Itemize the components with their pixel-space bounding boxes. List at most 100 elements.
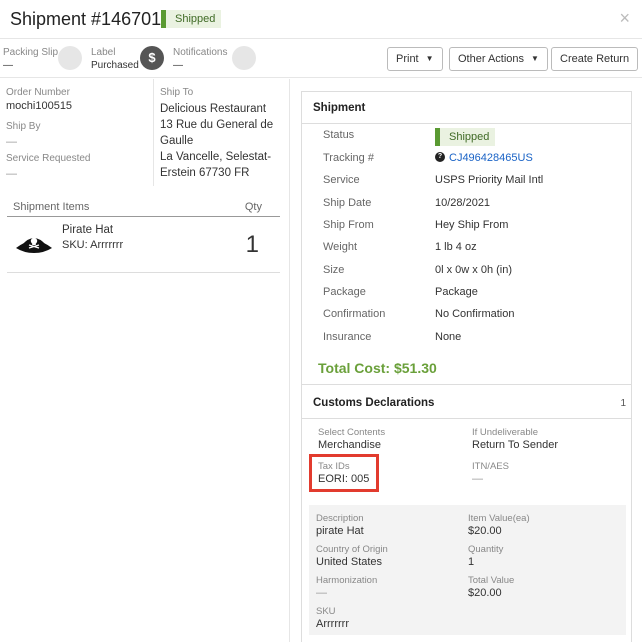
ship-from-value: Hey Ship From [435,219,509,231]
confirmation-label: Confirmation [323,308,386,320]
service-requested-label: Service Requested [6,153,91,164]
itn-aes-value: — [472,473,483,485]
ship-to-label: Ship To [160,87,194,98]
print-button-label: Print [396,53,419,65]
description-label: Description [316,513,364,524]
address-line: Delicious Restaurant [160,103,267,115]
if-undeliverable-label: If Undeliverable [472,427,539,438]
service-requested-value: — [6,168,17,180]
close-icon[interactable]: × [619,8,630,29]
order-number-value[interactable]: mochi100515 [6,99,72,113]
country-of-origin-label: Country of Origin [316,544,388,555]
weight-label: Weight [323,241,358,253]
size-value: 0l x 0w x 0h (in) [435,264,513,276]
customs-header[interactable]: Customs Declarations 1 [302,385,631,419]
other-actions-button[interactable]: Other Actions ▼ [449,47,548,71]
harmonization-label: Harmonization [316,575,378,586]
select-contents-label: Select Contents [318,427,386,438]
item-sku: SKU: Arrrrrrr [62,239,124,251]
qty-header-label: Qty [244,201,262,213]
label-label: Label [91,47,116,58]
package-label: Package [323,286,366,298]
order-number-label: Order Number [6,87,70,98]
other-actions-label: Other Actions [458,53,525,65]
quantity-label: Quantity [468,544,504,555]
create-return-button[interactable]: Create Return [551,47,639,71]
select-contents-value: Merchandise [318,439,381,451]
address-line: Gaulle [160,135,194,147]
sku-value: Arrrrrrr [316,618,349,630]
order-details-panel: Order Number mochi100515 Ship By — Servi… [0,79,290,642]
address-line: La Vancelle, Selestat- [160,151,272,163]
chevron-down-icon: ▼ [425,54,434,63]
packing-slip-icon[interactable] [58,46,82,70]
customs-count: 1 [620,398,626,409]
ship-date-value: 10/28/2021 [435,197,491,209]
total-value-label: Total Value [468,575,515,586]
ship-by-value: — [6,136,17,148]
harmonization-value: — [316,587,327,599]
ship-by: Ship By — [6,121,40,148]
notifications: Notifications — [173,47,227,72]
country-of-origin-value: United States [316,556,383,568]
item-qty: 1 [245,231,259,258]
label-value: Purchased [91,60,139,71]
page-title: Shipment #1467012 [10,9,172,29]
help-icon[interactable]: ? [435,152,445,162]
ship-by-label: Ship By [6,121,41,132]
insurance-value: None [435,331,462,343]
ship-to-address[interactable]: Delicious Restaurant 13 Rue du General d… [160,101,273,181]
confirmation-value: No Confirmation [435,308,515,320]
status-label: Status [323,129,355,141]
customs-declarations-panel: Customs Declarations 1 Select Contents M… [301,385,632,642]
total-cost: Total Cost: $51.30 [318,360,437,376]
shipment-panel-title: Shipment [313,102,366,114]
total-value-value: $20.00 [468,587,502,599]
notifications-value: — [173,60,183,71]
toolbar: Packing Slip — Label Purchased $ Notific… [0,38,642,78]
notifications-label: Notifications [173,47,228,58]
itn-aes-label: ITN/AES [472,461,509,472]
status-badge: Shipped [435,128,496,146]
table-row[interactable]: Pirate Hat SKU: Arrrrrrr 1 [7,220,280,273]
order-number: Order Number mochi100515 [6,87,72,113]
modal-header: Shipment #1467012 Shipped × [0,0,642,38]
service-requested: Service Requested — [6,153,91,180]
package-value: Package [435,286,478,298]
quantity-value: 1 [468,556,475,568]
pirate-hat-icon [16,237,52,253]
tax-ids-highlight-box [309,454,379,492]
shipment-panel-header: Shipment [302,92,631,124]
size-label: Size [323,264,345,276]
ship-from-label: Ship From [323,219,374,231]
tracking-number-link[interactable]: CJ496428465US [449,152,533,164]
service-value: USPS Priority Mail Intl [435,174,544,186]
items-table-header: Shipment Items Qty [7,200,280,217]
address-line: Erstein 67730 FR [160,167,250,179]
customs-item-card: Description pirate Hat Item Value(ea) $2… [309,505,626,635]
sku-label: SKU [316,606,336,617]
shipment-panel: Shipment Status Shipped Tracking # ? CJ4… [301,91,632,385]
insurance-label: Insurance [323,331,372,343]
item-value-value: $20.00 [468,525,502,537]
packing-slip: Packing Slip — [3,47,58,72]
print-button[interactable]: Print ▼ [387,47,443,71]
tracking-label: Tracking # [323,152,374,164]
divider [153,79,154,186]
status-badge: Shipped [161,10,222,28]
if-undeliverable-value: Return To Sender [472,439,559,451]
customs-title: Customs Declarations [313,397,435,409]
service-label: Service [323,174,360,186]
ship-date-label: Ship Date [323,197,372,209]
ship-to: Ship To Delicious Restaurant 13 Rue du G… [160,87,273,181]
chevron-down-icon: ▼ [531,54,539,63]
item-name: Pirate Hat [62,224,114,236]
items-header-label: Shipment Items [13,201,90,213]
packing-slip-label: Packing Slip [3,47,59,58]
dollar-icon[interactable]: $ [140,46,164,70]
notifications-icon[interactable] [232,46,256,70]
label-status: Label Purchased [91,47,139,72]
description-value: pirate Hat [316,525,364,537]
weight-value: 1 lb 4 oz [435,241,477,253]
item-value-label: Item Value(ea) [468,513,530,524]
